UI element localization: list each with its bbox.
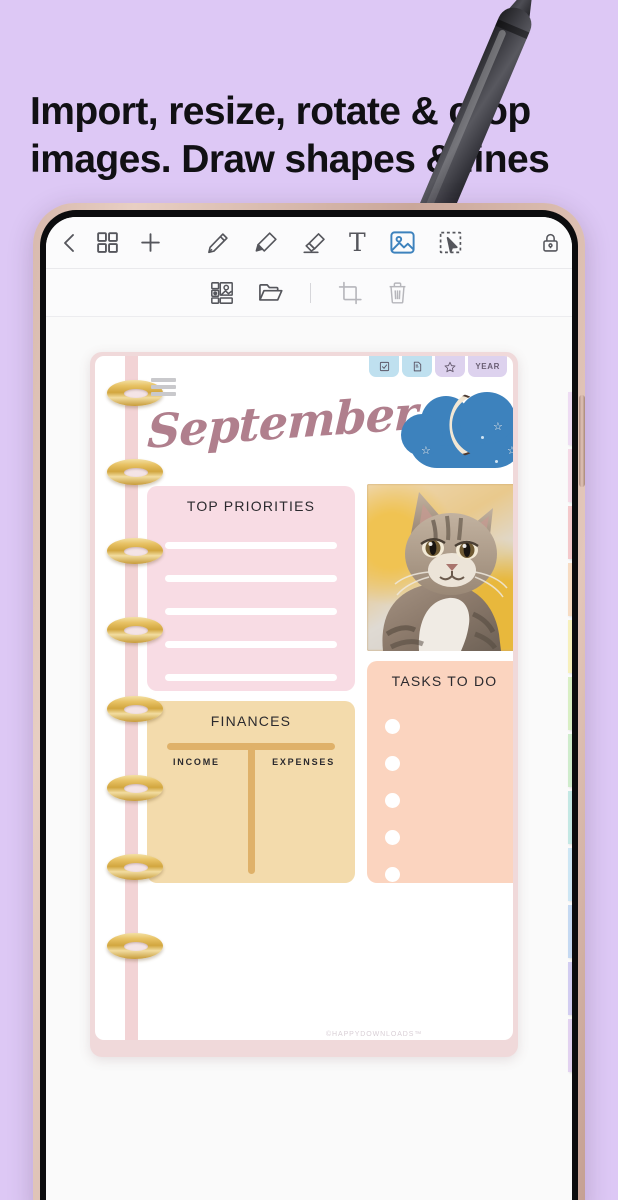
tasks-title: TASKS TO DO: [391, 673, 498, 689]
star-icon: ☆: [493, 421, 503, 433]
planner-page[interactable]: YEAR September ☆ ☆ ☆ TOP PRIORITIES FINA…: [90, 352, 572, 1072]
finances-title: FINANCES: [210, 713, 292, 729]
cat-illustration: [382, 492, 508, 651]
month-tab-aug[interactable]: AUG: [568, 791, 572, 844]
toolbar-divider: [309, 282, 311, 303]
month-tab-apr[interactable]: APR: [568, 563, 572, 616]
month-tab-jul[interactable]: JUL: [568, 734, 572, 787]
lock-icon[interactable]: [539, 231, 562, 254]
binder-ring: [107, 933, 163, 959]
star-dot: [495, 460, 498, 463]
month-tab-jan[interactable]: JAN: [568, 392, 572, 445]
finances-card[interactable]: FINANCES INCOME EXPENSES: [147, 701, 355, 883]
year-tab-label: YEAR: [475, 362, 500, 371]
toolbar-primary: T: [46, 217, 572, 269]
sticker-gallery-icon[interactable]: [209, 280, 235, 306]
cat-photo[interactable]: [367, 484, 513, 651]
task-checkbox[interactable]: [385, 830, 400, 845]
app-screenshot: Import, resize, rotate & crop images. Dr…: [0, 0, 618, 1200]
text-tool-glyph: T: [349, 228, 366, 257]
month-tab-jun[interactable]: JUN: [568, 677, 572, 730]
spiral-binding: [107, 352, 167, 1057]
star-icon: ☆: [421, 445, 431, 457]
image-icon[interactable]: [388, 228, 417, 257]
priority-line[interactable]: [165, 542, 337, 549]
note-canvas[interactable]: YEAR September ☆ ☆ ☆ TOP PRIORITIES FINA…: [46, 317, 572, 1200]
binder-ring: [107, 617, 163, 643]
month-tab-feb[interactable]: FEB: [568, 449, 572, 502]
month-tab-may[interactable]: MAY: [568, 620, 572, 673]
binder-ring: [107, 775, 163, 801]
phone-bezel: T YEAR September ☆ ☆ ☆ TOP PRIORITIES FI…: [40, 210, 578, 1200]
toolbar-secondary: [46, 269, 572, 317]
cloud-bump: [459, 392, 513, 444]
menu-line: [151, 392, 176, 396]
task-checkbox[interactable]: [385, 867, 400, 882]
phone-device: T YEAR September ☆ ☆ ☆ TOP PRIORITIES FI…: [33, 203, 585, 1200]
grid-icon[interactable]: [95, 230, 120, 255]
task-checkbox[interactable]: [385, 719, 400, 734]
task-checkboxes: [385, 719, 400, 904]
top-priorities-card[interactable]: TOP PRIORITIES: [147, 486, 355, 691]
delete-icon[interactable]: [385, 280, 410, 305]
binder-ring: [107, 538, 163, 564]
notes-tab[interactable]: [402, 356, 433, 377]
planner-menu-icon[interactable]: [151, 378, 176, 399]
text-icon[interactable]: T: [349, 230, 366, 255]
top-priorities-title: TOP PRIORITIES: [186, 498, 316, 514]
add-icon[interactable]: [138, 230, 163, 255]
priority-lines: [165, 542, 337, 707]
tasks-card[interactable]: TASKS TO DO: [367, 661, 513, 883]
finances-stem: [247, 746, 255, 874]
watermark: ©HAPPYDOWNLOADS™: [326, 1031, 423, 1038]
binder-ring: [107, 696, 163, 722]
month-tab-sep[interactable]: SEP: [568, 848, 572, 901]
month-tabs: JAN FEB MAR APR MAY JUN JUL AUG SEP OCT NOV DEC: [568, 392, 572, 1072]
year-tab[interactable]: YEAR: [468, 356, 507, 377]
highlighter-icon[interactable]: [253, 230, 279, 256]
star-dot: [481, 436, 484, 439]
pencil-icon[interactable]: [205, 230, 231, 256]
crop-icon[interactable]: [337, 280, 363, 306]
month-tab-nov[interactable]: NOV: [568, 962, 572, 1015]
month-tab-dec[interactable]: DEC: [568, 1019, 572, 1072]
binder-ring: [107, 459, 163, 485]
phone-screen: T YEAR September ☆ ☆ ☆ TOP PRIORITIES FI…: [46, 217, 572, 1200]
finances-income-label: INCOME: [173, 757, 220, 767]
priority-line[interactable]: [165, 674, 337, 681]
month-tab-mar[interactable]: MAR: [568, 506, 572, 559]
moon-cloud-illustration: ☆ ☆ ☆: [395, 392, 513, 474]
folder-open-icon[interactable]: [257, 279, 284, 306]
planner-top-tabs: YEAR: [369, 356, 507, 377]
priority-line[interactable]: [165, 608, 337, 615]
favorites-tab[interactable]: [435, 356, 466, 377]
finances-expenses-label: EXPENSES: [272, 757, 335, 767]
binder-ring: [107, 854, 163, 880]
checklist-tab[interactable]: [369, 356, 400, 377]
select-icon[interactable]: [437, 229, 464, 256]
back-icon[interactable]: [60, 231, 79, 255]
task-checkbox[interactable]: [385, 756, 400, 771]
month-title: September: [146, 385, 419, 459]
task-checkbox[interactable]: [385, 793, 400, 808]
menu-line: [151, 378, 176, 382]
priority-line[interactable]: [165, 575, 337, 582]
eraser-icon[interactable]: [301, 230, 327, 256]
phone-side-button[interactable]: [579, 395, 585, 487]
month-tab-oct[interactable]: OCT: [568, 905, 572, 958]
star-icon: ☆: [507, 445, 513, 457]
menu-line: [151, 385, 176, 389]
priority-line[interactable]: [165, 641, 337, 648]
